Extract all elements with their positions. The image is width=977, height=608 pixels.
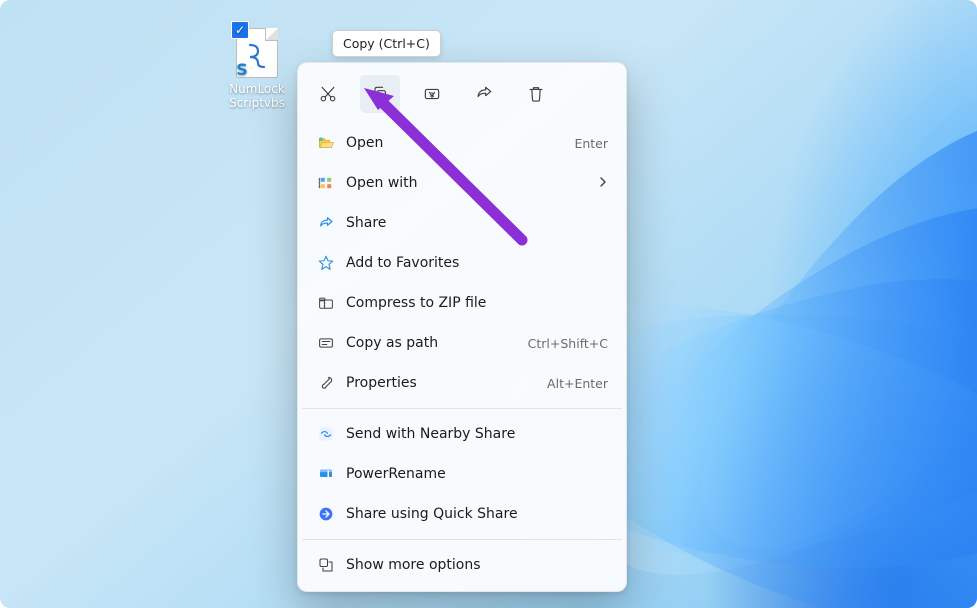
menu-item-label: Show more options	[340, 557, 608, 573]
chevron-right-icon	[598, 175, 608, 191]
wrench-icon	[312, 374, 340, 392]
rename-icon: A	[422, 84, 442, 104]
menu-item-properties[interactable]: Properties Alt+Enter	[298, 363, 626, 403]
quick-share-icon	[312, 505, 340, 523]
menu-item-shortcut: Enter	[574, 136, 608, 151]
rename-button[interactable]: A	[412, 75, 452, 113]
menu-item-label: Send with Nearby Share	[340, 426, 608, 442]
copy-button[interactable]	[360, 75, 400, 113]
menu-item-label: Copy as path	[340, 335, 528, 351]
vbs-file-icon: ✓ S	[236, 28, 278, 78]
scissors-icon	[318, 84, 338, 104]
menu-item-label: Properties	[340, 375, 547, 391]
desktop-file[interactable]: ✓ S NumLock Scriptvbs	[218, 28, 296, 110]
menu-item-shortcut: Ctrl+Shift+C	[528, 336, 608, 351]
menu-separator	[302, 539, 622, 540]
quick-actions-row: A	[298, 69, 626, 123]
menu-item-powerrename[interactable]: PowerRename	[298, 454, 626, 494]
menu-item-label: Compress to ZIP file	[340, 295, 608, 311]
menu-item-quick-share[interactable]: Share using Quick Share	[298, 494, 626, 534]
menu-item-label: Share	[340, 215, 608, 231]
powerrename-icon	[312, 465, 340, 483]
share-icon	[312, 214, 340, 232]
menu-separator	[302, 408, 622, 409]
share-arrow-icon	[474, 84, 494, 104]
copy-path-icon	[312, 334, 340, 352]
menu-item-label: Add to Favorites	[340, 255, 608, 271]
copy-tooltip: Copy (Ctrl+C)	[332, 30, 441, 57]
menu-item-copy-as-path[interactable]: Copy as path Ctrl+Shift+C	[298, 323, 626, 363]
svg-text:A: A	[429, 90, 435, 99]
menu-item-open[interactable]: Open Enter	[298, 123, 626, 163]
menu-item-compress-zip[interactable]: Compress to ZIP file	[298, 283, 626, 323]
cut-button[interactable]	[308, 75, 348, 113]
star-icon	[312, 254, 340, 272]
desktop-file-label: NumLock Scriptvbs	[218, 82, 296, 110]
open-icon	[312, 134, 340, 152]
zip-icon	[312, 294, 340, 312]
copy-icon	[370, 84, 390, 104]
nearby-share-icon	[312, 425, 340, 443]
menu-item-shortcut: Alt+Enter	[547, 376, 608, 391]
context-menu: A Open Enter Open with	[297, 62, 627, 592]
selected-check-icon: ✓	[231, 21, 249, 39]
menu-item-share[interactable]: Share	[298, 203, 626, 243]
open-with-icon	[312, 174, 340, 192]
menu-item-favorites[interactable]: Add to Favorites	[298, 243, 626, 283]
share-button[interactable]	[464, 75, 504, 113]
script-badge-icon: S	[231, 59, 253, 81]
show-more-icon	[312, 556, 340, 574]
delete-button[interactable]	[516, 75, 556, 113]
menu-item-label: Open with	[340, 175, 598, 191]
menu-item-open-with[interactable]: Open with	[298, 163, 626, 203]
menu-item-show-more[interactable]: Show more options	[298, 545, 626, 585]
trash-icon	[526, 84, 546, 104]
menu-item-label: Share using Quick Share	[340, 506, 608, 522]
menu-item-label: Open	[340, 135, 574, 151]
menu-item-label: PowerRename	[340, 466, 608, 482]
desktop[interactable]: ✓ S NumLock Scriptvbs Copy (Ctrl+C) A	[0, 0, 977, 608]
menu-item-nearby-share[interactable]: Send with Nearby Share	[298, 414, 626, 454]
